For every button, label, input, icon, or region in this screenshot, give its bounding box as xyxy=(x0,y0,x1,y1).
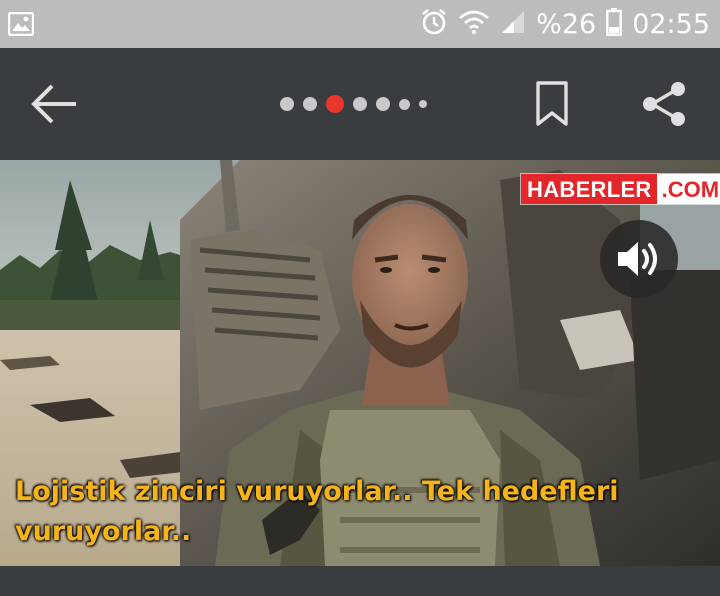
subtitle-line-2: vuruyorlar.. xyxy=(15,516,192,547)
video-player[interactable]: HABERLER .COM Lojistik zinciri vuruyorla… xyxy=(0,160,720,566)
subtitle-line-1: Lojistik zinciri vuruyorlar.. Tek hedefl… xyxy=(15,476,619,507)
page-indicator xyxy=(280,94,427,114)
watermark-part1: HABERLER xyxy=(521,174,657,204)
page-dot[interactable] xyxy=(376,97,390,111)
signal-icon xyxy=(500,9,526,40)
share-icon xyxy=(643,82,685,126)
share-button[interactable] xyxy=(640,80,688,128)
page-dot-active[interactable] xyxy=(326,95,344,113)
page-dot[interactable] xyxy=(303,97,317,111)
page-dot[interactable] xyxy=(399,98,410,110)
battery-percent: %26 xyxy=(536,8,597,40)
alarm-icon xyxy=(420,8,448,41)
watermark-part2: .COM xyxy=(656,174,720,204)
sound-toggle-button[interactable] xyxy=(600,220,678,298)
back-button[interactable] xyxy=(30,82,80,126)
gallery-icon xyxy=(7,11,35,41)
clock: 02:55 xyxy=(632,8,710,40)
watermark-logo: HABERLER .COM xyxy=(521,174,720,204)
page-dot[interactable] xyxy=(419,100,427,108)
back-arrow-icon xyxy=(31,84,76,124)
video-subtitle: Lojistik zinciri vuruyorlar.. Tek hedefl… xyxy=(15,472,665,552)
wifi-icon xyxy=(458,9,490,40)
page-dot[interactable] xyxy=(280,97,294,111)
battery-icon xyxy=(606,7,623,41)
app-bar xyxy=(0,48,720,160)
bookmark-icon xyxy=(536,81,568,126)
bookmark-button[interactable] xyxy=(534,80,570,128)
status-bar: %26 02:55 xyxy=(0,0,720,48)
page-dot[interactable] xyxy=(353,97,367,111)
volume-icon xyxy=(618,242,657,276)
bottom-area xyxy=(0,566,720,596)
